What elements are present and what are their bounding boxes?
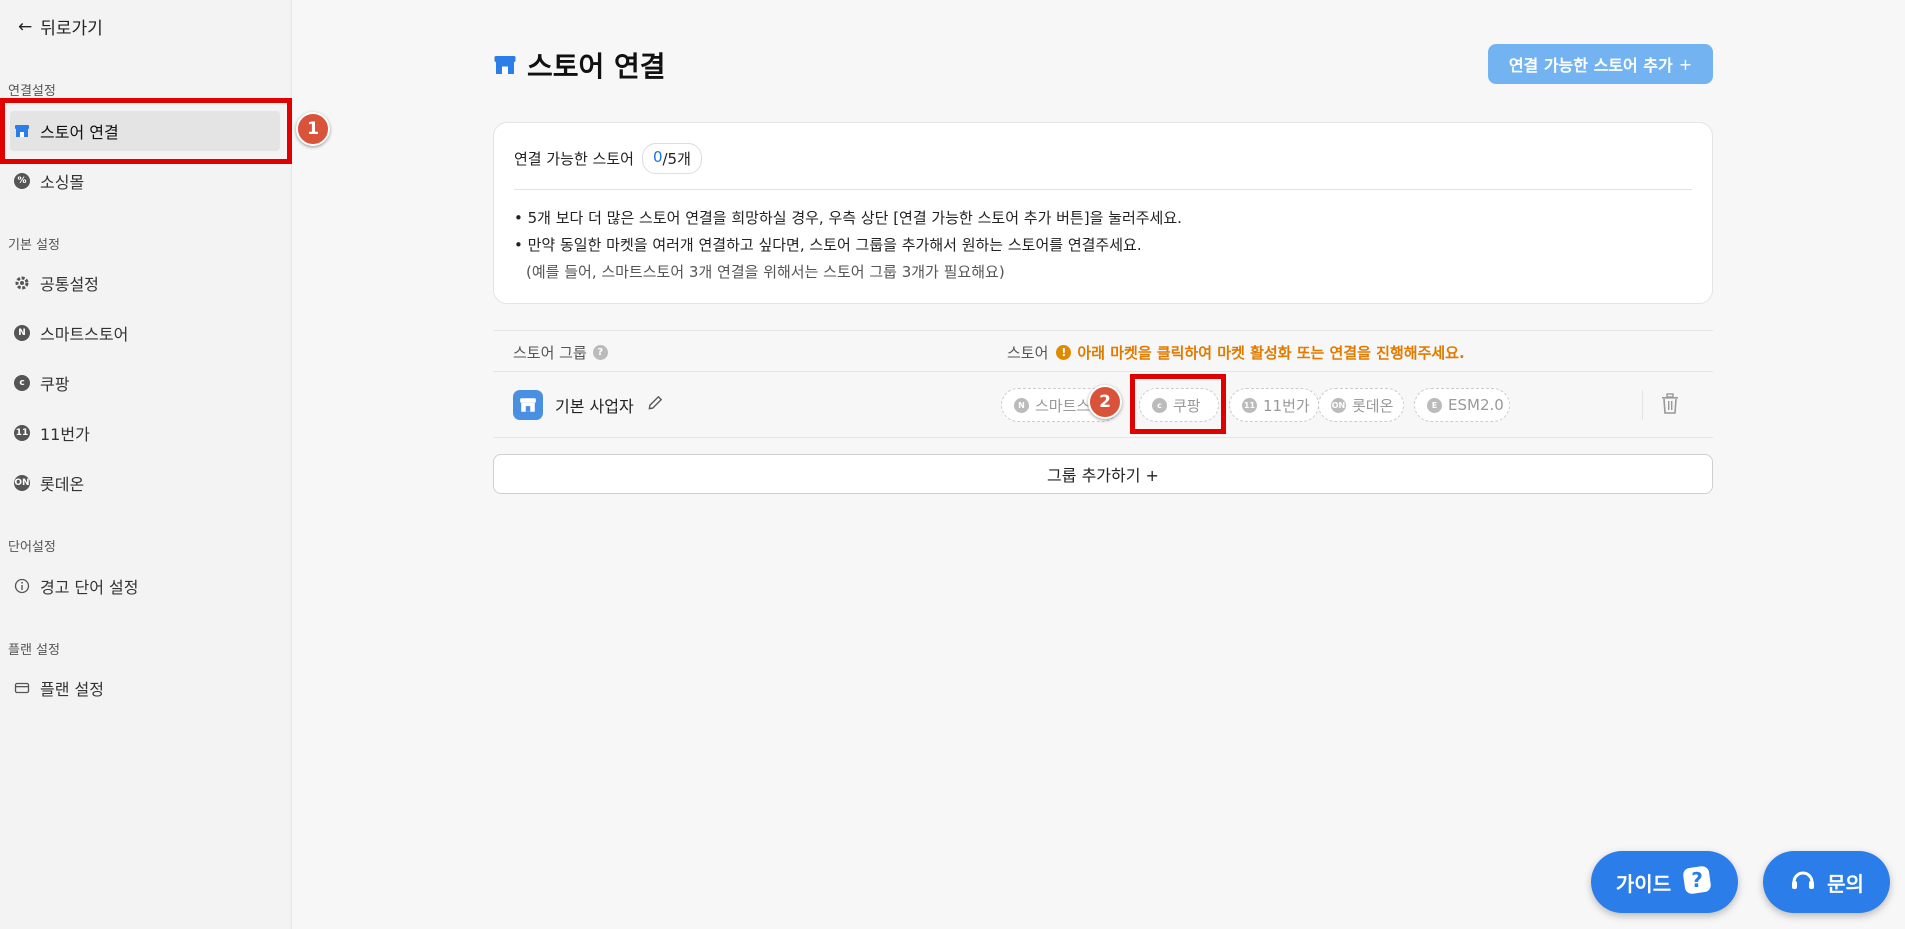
column-header-store: 스토어 ! 아래 마켓을 클릭하여 마켓 활성화 또는 연결을 진행해주세요. (1007, 342, 1465, 363)
sidebar-item-common-settings[interactable]: 공통설정 (10, 263, 280, 303)
market-chip-lotteon[interactable]: ON 롯데온 (1318, 388, 1404, 422)
table-header: 스토어 그룹 ? 스토어 ! 아래 마켓을 클릭하여 마켓 활성화 또는 연결을… (493, 330, 1713, 372)
info-text: • 5개 보다 더 많은 스토어 연결을 희망하실 경우, 우측 상단 [연결 … (514, 205, 1182, 286)
warning-message: ! 아래 마켓을 클릭하여 마켓 활성화 또는 연결을 진행해주세요. (1056, 342, 1465, 363)
store-icon (494, 56, 516, 74)
trash-icon[interactable] (1659, 392, 1681, 416)
info-card: 연결 가능한 스토어 0 /5개 • 5개 보다 더 많은 스토어 연결을 희망… (493, 122, 1713, 304)
market-label: 11번가 (1263, 396, 1310, 415)
market-label: 롯데온 (1352, 396, 1394, 415)
back-button[interactable]: ← 뒤로가기 (18, 14, 103, 40)
page-title: 스토어 연결 (493, 45, 666, 85)
sidebar-item-label: 경고 단어 설정 (40, 578, 139, 597)
sidebar-item-label: 플랜 설정 (40, 680, 104, 699)
info-line-1: • 5개 보다 더 많은 스토어 연결을 희망하실 경우, 우측 상단 [연결 … (514, 209, 1182, 227)
inquiry-button[interactable]: 문의 (1763, 851, 1890, 913)
naver-icon: N (1014, 397, 1029, 413)
group-name: 기본 사업자 (513, 390, 664, 420)
market-chip-11st[interactable]: 11 11번가 (1229, 388, 1319, 422)
info-header: 연결 가능한 스토어 0 /5개 (514, 143, 702, 174)
section-title-connection: 연결설정 (8, 84, 56, 99)
store-icon (14, 123, 30, 139)
coupang-icon: c (14, 375, 30, 391)
annotation-badge-2: 2 (1088, 385, 1122, 419)
market-label: ESM2.0 (1448, 396, 1504, 414)
section-title-plan: 플랜 설정 (8, 643, 60, 658)
annotation-badge-1: 1 (296, 112, 330, 146)
sidebar-item-label: 스마트스토어 (40, 325, 129, 344)
column-label-group: 스토어 그룹 (513, 344, 587, 362)
guide-label: 가이드 (1615, 871, 1672, 896)
sidebar-item-label: 쿠팡 (40, 375, 70, 394)
esm-icon: E (1427, 397, 1442, 413)
plus-icon: + (1678, 54, 1693, 74)
warning-text: 아래 마켓을 클릭하여 마켓 활성화 또는 연결을 진행해주세요. (1077, 344, 1465, 362)
11st-icon: 11 (1242, 397, 1257, 413)
back-label: 뒤로가기 (40, 19, 103, 39)
market-chip-coupang[interactable]: c 쿠팡 (1139, 388, 1219, 422)
arrow-left-icon: ← (18, 16, 33, 37)
card-icon (14, 680, 30, 696)
sidebar: ← 뒤로가기 연결설정 스토어 연결 % 소싱몰 기본 설정 공통설정 N 스마… (0, 0, 292, 929)
coupang-icon: c (1152, 397, 1167, 413)
guide-button[interactable]: 가이드 ? (1591, 851, 1738, 913)
divider (514, 189, 1692, 190)
lotteon-icon: ON (1331, 397, 1346, 413)
inquiry-label: 문의 (1827, 871, 1864, 896)
group-name-text: 기본 사업자 (555, 397, 634, 416)
column-header-group: 스토어 그룹 ? (513, 342, 608, 363)
headset-icon (1789, 866, 1817, 899)
info-icon (14, 578, 30, 594)
sidebar-item-label: 소싱몰 (40, 173, 85, 192)
store-group-icon (513, 390, 543, 420)
store-count-badge: 0 /5개 (641, 143, 702, 174)
sidebar-item-coupang[interactable]: c 쿠팡 (10, 363, 280, 403)
sidebar-item-smartstore[interactable]: N 스마트스토어 (10, 313, 280, 353)
sidebar-item-sourcing-mall[interactable]: % 소싱몰 (10, 161, 280, 201)
percent-icon: % (14, 173, 30, 189)
question-icon: ? (1681, 864, 1713, 901)
lotteon-icon: ON (14, 475, 30, 491)
info-line-3: (예를 들어, 스마트스토어 3개 연결을 위해서는 스토어 그룹 3개가 필요… (526, 263, 1005, 281)
naver-icon: N (14, 325, 30, 341)
11st-icon: 11 (14, 425, 30, 441)
sidebar-item-label: 11번가 (40, 425, 90, 444)
gear-icon (14, 275, 30, 291)
sidebar-item-label: 롯데온 (40, 475, 85, 494)
market-chip-esm[interactable]: E ESM2.0 (1414, 388, 1510, 422)
warning-icon: ! (1056, 345, 1072, 360)
add-store-label: 연결 가능한 스토어 추가 (1508, 56, 1673, 75)
sidebar-item-store-connect[interactable]: 스토어 연결 (10, 111, 280, 151)
sidebar-item-warning-words[interactable]: 경고 단어 설정 (10, 566, 280, 606)
add-store-button[interactable]: 연결 가능한 스토어 추가 + (1488, 44, 1713, 84)
sidebar-item-11st[interactable]: 11 11번가 (10, 413, 280, 453)
market-label: 쿠팡 (1173, 396, 1201, 415)
help-icon[interactable]: ? (592, 345, 608, 360)
divider (1642, 390, 1643, 420)
sidebar-item-label: 스토어 연결 (40, 123, 119, 142)
edit-pencil-icon[interactable] (646, 394, 664, 416)
sidebar-item-lotteon[interactable]: ON 롯데온 (10, 463, 280, 503)
column-label-store: 스토어 (1007, 344, 1049, 362)
sidebar-item-label: 공통설정 (40, 275, 99, 294)
section-title-words: 단어설정 (8, 540, 56, 555)
store-count-used: 0 (652, 148, 663, 166)
svg-text:?: ? (1691, 868, 1703, 892)
store-count-total: /5개 (662, 150, 691, 168)
add-group-button[interactable]: 그룹 추가하기 + (493, 454, 1713, 494)
sidebar-item-plan-settings[interactable]: 플랜 설정 (10, 668, 280, 708)
info-line-2: • 만약 동일한 마켓을 여러개 연결하고 싶다면, 스토어 그룹을 추가해서 … (514, 236, 1142, 254)
info-label: 연결 가능한 스토어 (514, 150, 634, 168)
section-title-basic: 기본 설정 (8, 238, 60, 253)
page-title-text: 스토어 연결 (527, 50, 666, 83)
